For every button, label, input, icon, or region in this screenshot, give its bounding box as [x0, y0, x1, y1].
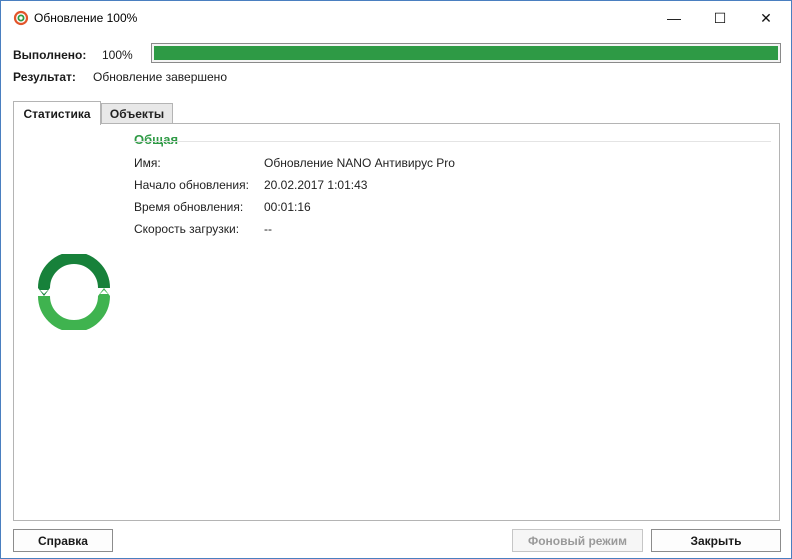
result-value: Обновление завершено	[93, 70, 227, 84]
result-label: Результат:	[13, 70, 76, 84]
refresh-logo-icon	[38, 254, 110, 330]
done-value: 100%	[102, 48, 133, 62]
field-label-name: Имя:	[134, 156, 161, 170]
nano-app-icon	[13, 10, 29, 26]
tab-statistics[interactable]: Статистика	[13, 101, 101, 125]
done-label: Выполнено:	[13, 48, 87, 62]
progress-fill	[154, 46, 778, 60]
field-label-duration: Время обновления:	[134, 200, 244, 214]
close-button[interactable]: Закрыть	[651, 529, 781, 552]
update-window: Обновление 100% — ☐ ✕ Выполнено: 100% Ре…	[0, 0, 792, 559]
tab-objects[interactable]: Объекты	[101, 103, 173, 124]
help-button[interactable]: Справка	[13, 529, 113, 552]
field-value-start: 20.02.2017 1:01:43	[264, 178, 368, 192]
field-label-start: Начало обновления:	[134, 178, 249, 192]
close-window-button[interactable]: ✕	[743, 1, 789, 35]
field-value-duration: 00:01:16	[264, 200, 311, 214]
field-value-name: Обновление NANO Антивирус Pro	[264, 156, 455, 170]
title-bar[interactable]: Обновление 100% — ☐ ✕	[1, 1, 791, 35]
progress-bar	[151, 43, 781, 63]
minimize-button[interactable]: —	[651, 1, 697, 35]
section-title: Общая	[134, 132, 179, 147]
window-title: Обновление 100%	[34, 11, 138, 25]
field-label-speed: Скорость загрузки:	[134, 222, 240, 236]
statistics-panel: Общая Имя: Обновление NANO Антивирус Pro…	[13, 123, 780, 521]
section-divider	[134, 141, 771, 142]
field-value-speed: --	[264, 222, 272, 236]
background-mode-button[interactable]: Фоновый режим	[512, 529, 643, 552]
maximize-button[interactable]: ☐	[697, 1, 743, 35]
